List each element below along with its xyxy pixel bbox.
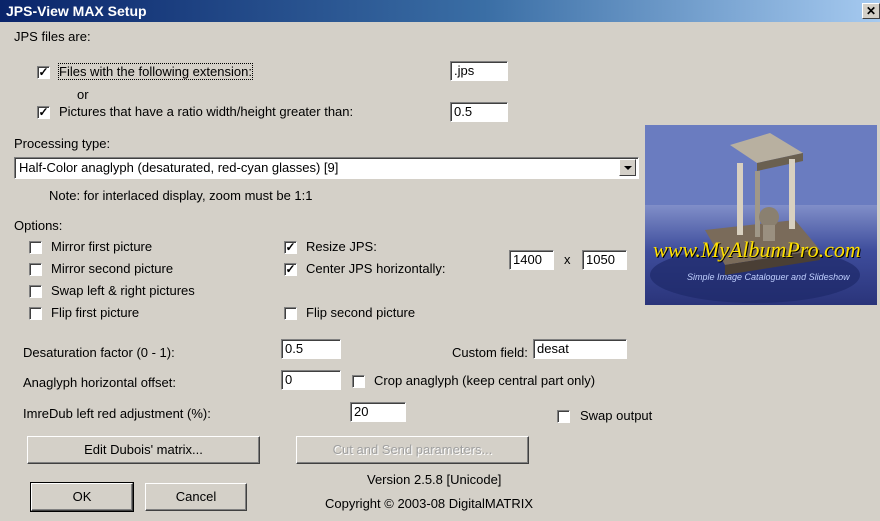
ext-input[interactable]: .jps: [450, 61, 508, 81]
desaturation-label: Desaturation factor (0 - 1):: [23, 345, 175, 360]
swap-lr-label: Swap left & right pictures: [51, 283, 195, 298]
center-jps-label: Center JPS horizontally:: [306, 261, 446, 276]
imredub-input[interactable]: 20: [350, 402, 406, 422]
flip-second-label: Flip second picture: [306, 305, 416, 320]
close-icon[interactable]: ✕: [862, 3, 880, 19]
edit-dubois-button[interactable]: Edit Dubois' matrix...: [27, 436, 260, 464]
crop-label: Crop anaglyph (keep central part only): [374, 373, 596, 388]
or-label: or: [77, 87, 89, 102]
mirror-second-label: Mirror second picture: [51, 261, 174, 276]
imredub-value: 20: [354, 404, 369, 419]
resize-jps-label: Resize JPS:: [306, 239, 377, 254]
anaglyph-offset-label: Anaglyph horizontal offset:: [23, 375, 176, 390]
custom-field-value: desat: [537, 341, 569, 356]
processing-type-select[interactable]: Half-Color anaglyph (desaturated, red-cy…: [14, 157, 639, 179]
chevron-down-icon[interactable]: [619, 159, 636, 176]
swap-output-checkbox[interactable]: [557, 410, 570, 423]
desaturation-input[interactable]: 0.5: [281, 339, 341, 359]
resize-height-value: 1050: [586, 252, 615, 267]
anaglyph-offset-value: 0: [285, 372, 293, 387]
ext-label: Files with the following extension:: [58, 63, 253, 80]
banner-tagline: Simple Image Cataloguer and Slideshow: [687, 272, 850, 282]
ratio-input[interactable]: 0.5: [450, 102, 508, 122]
mirror-first-checkbox[interactable]: [29, 241, 42, 254]
options-heading: Options:: [14, 218, 63, 233]
flip-first-checkbox[interactable]: [29, 307, 42, 320]
mirror-second-checkbox[interactable]: [29, 263, 42, 276]
center-jps-checkbox[interactable]: ✓: [284, 263, 297, 276]
setup-dialog: JPS-View MAX Setup ✕ JPS files are: ✓ Fi…: [0, 0, 880, 521]
custom-field-input[interactable]: desat: [533, 339, 627, 359]
ext-value: .jps: [454, 63, 475, 78]
cut-send-button[interactable]: Cut and Send parameters...: [296, 436, 529, 464]
resize-width-input[interactable]: 1400: [509, 250, 554, 270]
copyright-text: Copyright © 2003-08 DigitalMATRIX: [325, 496, 534, 511]
ext-checkbox[interactable]: ✓: [37, 66, 50, 79]
processing-selected: Half-Color anaglyph (desaturated, red-cy…: [19, 160, 339, 175]
crop-checkbox[interactable]: [352, 375, 365, 388]
imredub-label: ImreDub left red adjustment (%):: [23, 406, 211, 421]
window-title: JPS-View MAX Setup: [6, 3, 147, 19]
resize-width-value: 1400: [513, 252, 542, 267]
flip-second-checkbox[interactable]: [284, 307, 297, 320]
interlace-note: Note: for interlaced display, zoom must …: [49, 188, 313, 203]
myalbumpro-banner: www.MyAlbumPro.com Simple Image Catalogu…: [645, 125, 877, 305]
jps-files-heading: JPS files are:: [14, 29, 91, 44]
banner-brand: www.MyAlbumPro.com: [653, 237, 861, 262]
custom-field-label: Custom field:: [452, 345, 528, 360]
resize-height-input[interactable]: 1050: [582, 250, 627, 270]
mirror-first-label: Mirror first picture: [51, 239, 153, 254]
times-label: x: [564, 252, 571, 267]
ratio-checkbox[interactable]: ✓: [37, 106, 50, 119]
ratio-label: Pictures that have a ratio width/height …: [59, 104, 354, 119]
swap-output-label: Swap output: [580, 408, 653, 423]
title-bar[interactable]: JPS-View MAX Setup ✕: [0, 0, 880, 22]
anaglyph-offset-input[interactable]: 0: [281, 370, 341, 390]
swap-lr-checkbox[interactable]: [29, 285, 42, 298]
processing-label: Processing type:: [14, 136, 111, 151]
resize-jps-checkbox[interactable]: ✓: [284, 241, 297, 254]
flip-first-label: Flip first picture: [51, 305, 140, 320]
cancel-button[interactable]: Cancel: [145, 483, 247, 511]
desaturation-value: 0.5: [285, 341, 304, 356]
ratio-value: 0.5: [454, 104, 473, 119]
ok-button[interactable]: OK: [30, 482, 134, 512]
version-text: Version 2.5.8 [Unicode]: [367, 472, 502, 487]
